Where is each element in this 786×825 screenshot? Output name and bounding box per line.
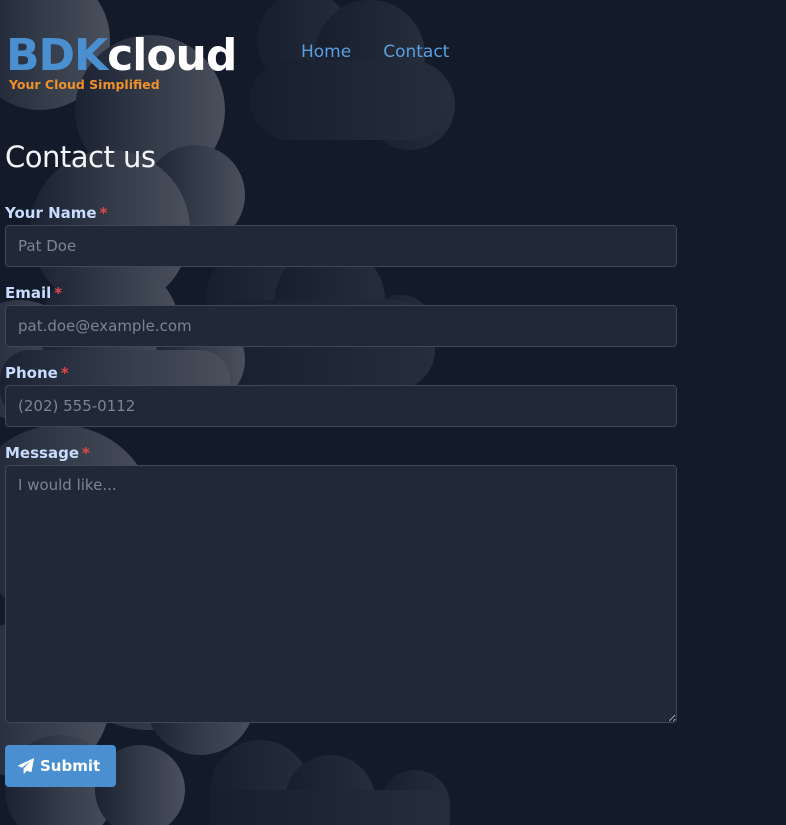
email-field-group: Email * [5, 283, 677, 347]
message-label-text: Message [5, 444, 79, 462]
message-textarea[interactable] [5, 465, 677, 723]
nav-link-home[interactable]: Home [301, 42, 351, 62]
message-field-group: Message * [5, 443, 677, 723]
name-label-text: Your Name [5, 204, 97, 222]
page: BDKcloud Your Cloud Simplified Home Cont… [0, 0, 786, 825]
email-label: Email * [5, 283, 677, 303]
submit-button[interactable]: Submit [5, 745, 117, 787]
brand-name-part2: cloud [107, 30, 237, 81]
brand-tagline: Your Cloud Simplified [9, 77, 160, 92]
main-content: Contact us Your Name* Email* Phone* Mess… [5, 136, 677, 787]
required-marker: * [99, 204, 108, 222]
phone-label-text: Phone [5, 364, 58, 382]
name-field-group: Your Name * [5, 203, 677, 267]
required-marker: * [54, 284, 63, 302]
name-input[interactable] [5, 225, 677, 267]
site-header: BDKcloud Your Cloud Simplified Home Cont… [0, 0, 786, 110]
required-marker: * [82, 444, 90, 462]
email-label-text: Email [5, 284, 52, 302]
submit-label: Submit [40, 757, 101, 775]
brand-name: BDKcloud [6, 30, 237, 82]
phone-field-group: Phone * [5, 363, 677, 427]
brand-name-part1: BDK [6, 30, 108, 81]
page-title: Contact us [5, 140, 156, 174]
email-input[interactable] [5, 305, 677, 347]
paper-plane-icon [18, 758, 34, 774]
phone-input[interactable] [5, 385, 677, 427]
nav-link-contact[interactable]: Contact [383, 42, 449, 62]
phone-label: Phone * [5, 363, 677, 383]
main-nav: Home Contact [301, 42, 449, 62]
name-label: Your Name * [5, 203, 677, 223]
brand-logo[interactable]: BDKcloud Your Cloud Simplified [6, 30, 266, 96]
required-marker: * [60, 364, 69, 382]
message-label: Message * [5, 443, 677, 463]
contact-form: Your Name* Email* Phone* Message* [5, 203, 677, 787]
